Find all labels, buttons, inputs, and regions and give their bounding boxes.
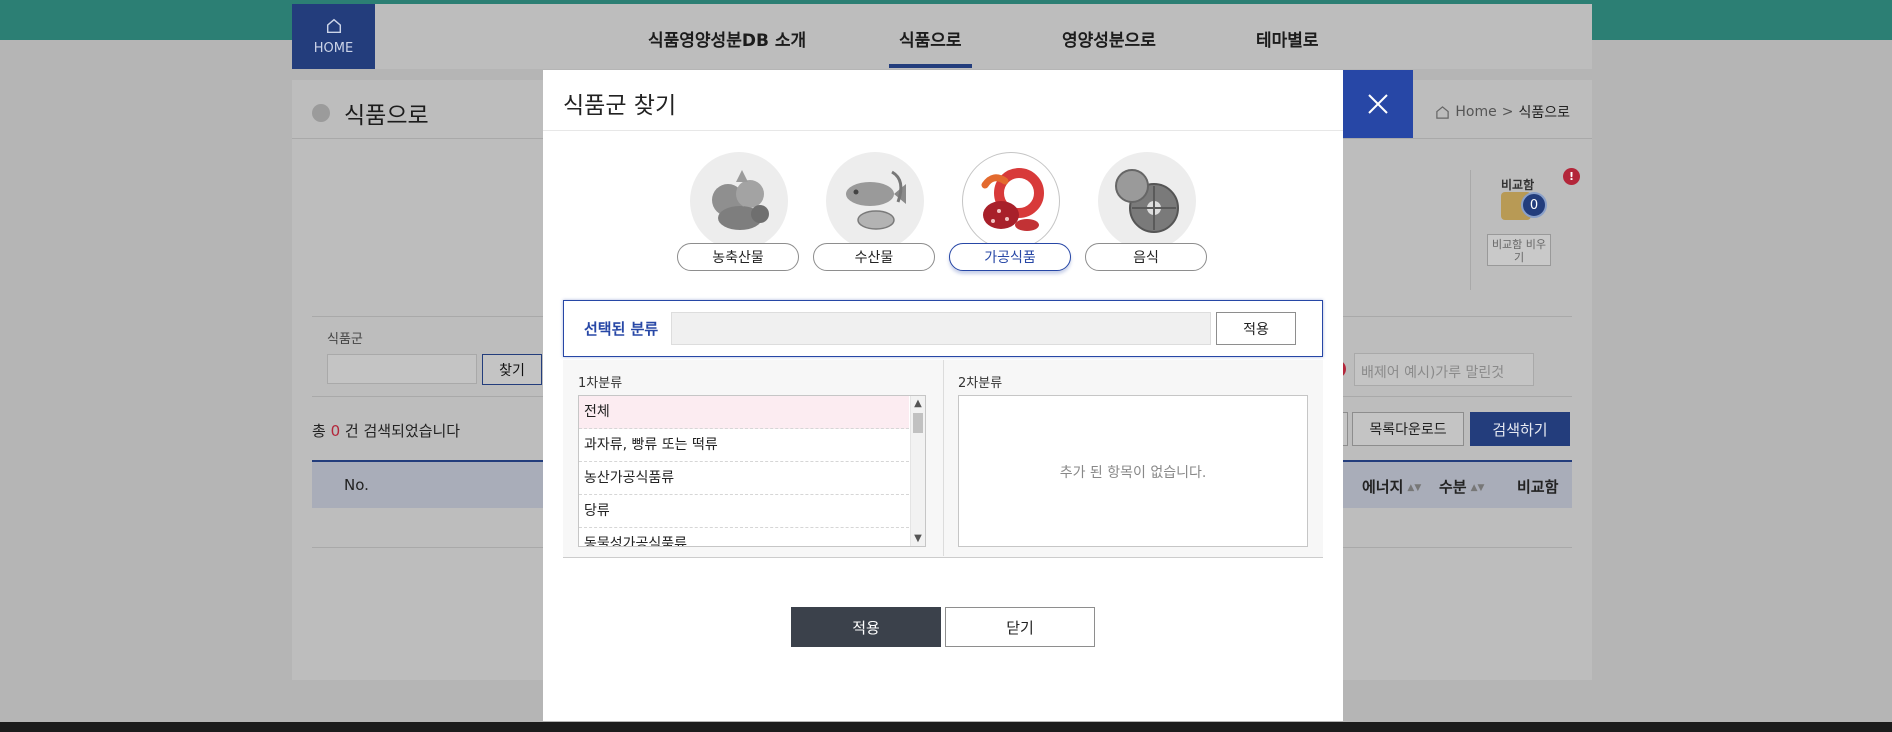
sort-icon[interactable]: ▲▼	[1471, 483, 1485, 493]
list1-header: 1차분류	[578, 376, 623, 391]
scroll-thumb[interactable]	[913, 413, 923, 433]
seafood-icon	[826, 152, 924, 250]
list-scrollbar[interactable]: ▲ ▼	[910, 396, 925, 546]
classification-lists: 1차분류 2차분류 전체 과자류, 빵류 또는 떡류 농산가공식품류 당류 동물…	[563, 360, 1323, 558]
dish-icon	[1098, 152, 1196, 250]
column-water[interactable]: 수분 ▲▼	[1439, 476, 1484, 497]
result-count: 총 0 건 검색되었습니다	[312, 420, 460, 441]
search-button[interactable]: 검색하기	[1470, 412, 1570, 446]
agriculture-icon	[690, 152, 788, 250]
site-header: HOME 식품영양성분DB 소개 식품으로 영양성분으로 테마별로	[292, 4, 1592, 69]
close-button[interactable]: 닫기	[945, 607, 1095, 647]
food-group-label: 식품군	[327, 332, 363, 347]
modal-divider	[543, 130, 1343, 131]
result-number: 0	[330, 422, 341, 440]
selected-classification: 선택된 분류 적용	[563, 300, 1323, 357]
category-processed-food-label[interactable]: 가공식품	[949, 243, 1071, 271]
list-item[interactable]: 동물성가공식품류	[579, 528, 909, 546]
processed-food-icon	[962, 152, 1060, 250]
list-download-button[interactable]: 목록다운로드	[1352, 412, 1464, 446]
modal-title: 식품군 찾기	[563, 93, 677, 119]
selected-classification-field[interactable]	[671, 312, 1211, 345]
find-food-group-button[interactable]: 찾기	[482, 354, 542, 385]
column-water-label: 수분	[1439, 478, 1467, 496]
nav-item-by-nutrient[interactable]: 영양성분으로	[1062, 26, 1156, 51]
selected-classification-label: 선택된 분류	[584, 320, 659, 338]
title-bullet-icon	[312, 104, 330, 122]
close-icon	[1368, 94, 1388, 114]
column-divider	[943, 360, 944, 556]
bottom-bar	[0, 722, 1892, 732]
apply-button[interactable]: 적용	[791, 607, 941, 647]
list-item[interactable]: 농산가공식품류	[579, 462, 909, 495]
home-icon	[1436, 105, 1450, 119]
chevron-down-icon[interactable]: ▼	[911, 532, 925, 546]
list-item[interactable]: 당류	[579, 495, 909, 528]
selected-apply-button[interactable]: 적용	[1216, 312, 1296, 345]
category-seafood-label[interactable]: 수산물	[813, 243, 935, 271]
exclude-word-input[interactable]: 배제어 예시)가루 말린것	[1354, 353, 1534, 386]
nav-item-by-food[interactable]: 식품으로	[889, 26, 972, 68]
column-compare: 비교함	[1517, 478, 1559, 496]
primary-classification-list[interactable]: 전체 과자류, 빵류 또는 떡류 농산가공식품류 당류 동물성가공식품류 ▲ ▼	[578, 395, 926, 547]
breadcrumb-current: 식품으로	[1518, 105, 1570, 121]
page-title-text: 식품으로	[344, 103, 429, 129]
compare-count-badge: 0	[1521, 192, 1547, 218]
category-dish[interactable]: 음식	[1085, 152, 1209, 276]
breadcrumb: Home > 식품으로	[1435, 102, 1570, 122]
category-agriculture-label[interactable]: 농축산물	[677, 243, 799, 271]
sort-icon[interactable]: ▲▼	[1407, 483, 1421, 493]
nav-item-by-theme[interactable]: 테마별로	[1256, 26, 1319, 51]
empty-list-message: 추가 된 항목이 없습니다.	[1059, 465, 1207, 481]
category-processed-food[interactable]: 가공식품	[949, 152, 1073, 276]
list-item[interactable]: 전체	[579, 396, 909, 429]
nav-item-db-intro[interactable]: 식품영양성분DB 소개	[648, 26, 806, 51]
list-item[interactable]: 과자류, 빵류 또는 떡류	[579, 429, 909, 462]
column-energy[interactable]: 에너지 ▲▼	[1362, 476, 1421, 497]
modal-close-icon-button[interactable]	[1343, 70, 1413, 138]
secondary-classification-list[interactable]: 추가 된 항목이 없습니다.	[958, 395, 1308, 547]
compare-widget: 비교함 0 ! 비교함 비우기	[1470, 168, 1580, 290]
category-agriculture[interactable]: 농축산물	[677, 152, 801, 276]
food-group-modal: 식품군 찾기 농축산물 수산물 가공식품 음식 선택된 분류 적용 1차분류 2…	[543, 70, 1413, 721]
result-suffix: 건 검색되었습니다	[344, 422, 461, 440]
main-nav: 식품영양성분DB 소개 식품으로 영양성분으로 테마별로	[292, 4, 1592, 69]
chevron-up-icon[interactable]: ▲	[911, 397, 925, 411]
page-title: 식품으로	[312, 96, 429, 130]
alert-icon: !	[1563, 168, 1580, 185]
category-dish-label[interactable]: 음식	[1085, 243, 1207, 271]
result-prefix: 총	[312, 422, 326, 440]
column-energy-label: 에너지	[1362, 478, 1404, 496]
food-group-input[interactable]	[327, 354, 477, 384]
list2-header: 2차분류	[958, 376, 1003, 391]
compare-label: 비교함	[1501, 178, 1535, 192]
compare-clear-button[interactable]: 비교함 비우기	[1487, 234, 1551, 266]
breadcrumb-home[interactable]: Home	[1455, 104, 1496, 120]
category-seafood[interactable]: 수산물	[813, 152, 937, 276]
breadcrumb-separator: >	[1501, 104, 1514, 120]
column-no: No.	[344, 476, 369, 494]
